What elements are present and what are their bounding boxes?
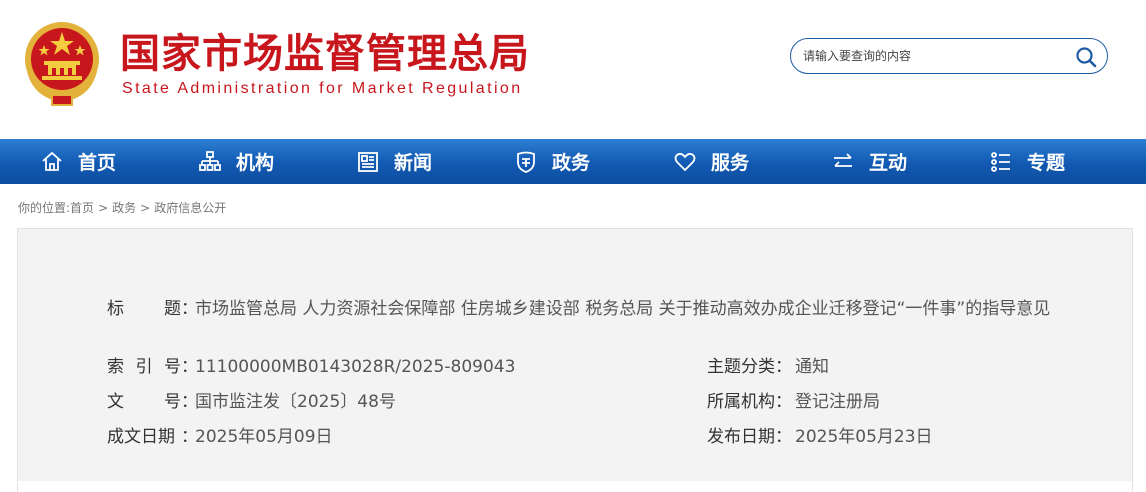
- nav-item-home[interactable]: 首页: [40, 139, 116, 184]
- main-nav: 首页 机构 新闻 政务 服务 互动 专题: [0, 139, 1146, 184]
- index-number-label: 索 引 号: [107, 354, 181, 380]
- nav-item-label: 新闻: [394, 152, 433, 174]
- government-shield-icon: [517, 151, 535, 173]
- breadcrumb-prefix: 你的位置:: [18, 201, 71, 215]
- index-label-char: 号: [164, 357, 181, 377]
- title-label-char: 题: [164, 299, 181, 319]
- written-date-label: 成文日期: [107, 427, 175, 447]
- nav-item-label: 政务: [552, 152, 591, 174]
- written-date-value: 2025年05月09日: [195, 427, 333, 447]
- document-info-panel: 标 题 ： 市场监管总局 人力资源社会保障部 住房城乡建设部 税务总局 关于推动…: [17, 228, 1133, 482]
- colon: ：: [775, 392, 792, 412]
- nav-item-label: 专题: [1027, 152, 1066, 174]
- nav-item-news[interactable]: 新闻: [356, 139, 432, 184]
- issuing-agency-value: 登记注册局: [795, 392, 880, 412]
- org-chart-icon: [199, 150, 221, 171]
- publish-date-value: 2025年05月23日: [795, 427, 933, 447]
- exchange-arrows-icon: [834, 152, 852, 167]
- colon: ：: [775, 427, 792, 447]
- nav-item-label: 互动: [869, 152, 908, 174]
- news-icon: [358, 151, 378, 172]
- title-label: 标 题: [107, 296, 181, 322]
- breadcrumb-link-info-disclosure[interactable]: 政府信息公开: [154, 201, 226, 215]
- nav-item-label: 机构: [236, 152, 275, 174]
- nav-item-label: 服务: [711, 152, 750, 174]
- national-emblem-icon[interactable]: [22, 19, 102, 107]
- breadcrumb-separator: >: [98, 201, 109, 215]
- issuing-agency-label: 所属机构: [707, 392, 775, 412]
- breadcrumb: 你的位置:首页 > 政务 > 政府信息公开: [18, 199, 226, 216]
- nav-item-services[interactable]: 服务: [673, 139, 749, 184]
- nav-item-label: 首页: [78, 152, 117, 174]
- topic-category-label: 主题分类: [707, 357, 775, 377]
- nav-item-organization[interactable]: 机构: [198, 139, 274, 184]
- doc-no-label-char: 文: [107, 392, 124, 412]
- breadcrumb-link-home[interactable]: 首页: [70, 201, 94, 215]
- index-number-value: 11100000MB0143028R/2025-809043: [195, 357, 516, 377]
- title-label-char: 标: [107, 299, 124, 319]
- search-box: [790, 38, 1108, 74]
- document-number-label: 文 号: [107, 389, 181, 415]
- home-icon: [42, 151, 62, 171]
- topic-category-value: 通知: [795, 357, 829, 377]
- index-label-char: 索: [107, 357, 124, 377]
- publish-date-label: 发布日期: [707, 427, 775, 447]
- search-icon[interactable]: [1075, 46, 1097, 68]
- topics-list-icon: [991, 151, 1010, 172]
- nav-item-interaction[interactable]: 互动: [831, 139, 907, 184]
- breadcrumb-separator: >: [140, 201, 151, 215]
- breadcrumb-link-government-affairs[interactable]: 政务: [112, 201, 136, 215]
- colon: ：: [775, 357, 792, 377]
- content-area-edge: [17, 481, 1133, 492]
- index-label-char: 引: [135, 357, 153, 377]
- site-header: 国家市场监督管理总局 State Administration for Mark…: [0, 0, 1146, 139]
- document-number-value: 国市监注发〔2025〕48号: [195, 392, 396, 412]
- site-title: 国家市场监督管理总局: [120, 30, 530, 77]
- heart-icon: [674, 152, 696, 171]
- nav-item-government-affairs[interactable]: 政务: [514, 139, 590, 184]
- document-title-value: 市场监管总局 人力资源社会保障部 住房城乡建设部 税务总局 关于推动高效办成企业…: [195, 299, 1051, 319]
- nav-item-topics[interactable]: 专题: [989, 139, 1065, 184]
- search-input[interactable]: [803, 45, 1065, 67]
- site-subtitle: State Administration for Market Regulati…: [122, 80, 523, 97]
- doc-no-label-char: 号: [164, 392, 181, 412]
